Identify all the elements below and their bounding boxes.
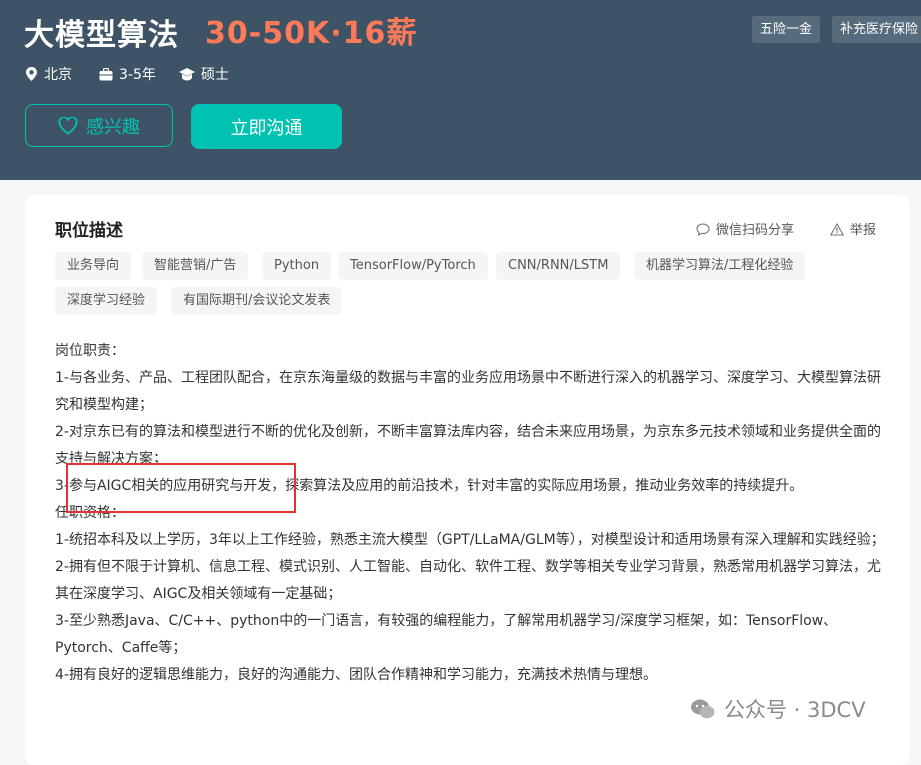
report-label: 举报 [850, 223, 877, 238]
wechat-share-link[interactable]: 微信扫码分享 [696, 219, 794, 238]
interest-button[interactable]: 感兴趣 [25, 104, 173, 147]
salary: 30-50K·16薪 [205, 16, 418, 51]
watermark: 公众号 · 3DCV [690, 694, 866, 724]
warning-icon [829, 222, 845, 236]
share-label: 微信扫码分享 [716, 223, 795, 238]
skill-tag: 业务导向 [55, 252, 132, 280]
skill-tag: 机器学习算法/工程化经验 [634, 252, 806, 280]
wechat-icon [691, 699, 715, 719]
heart-icon [58, 116, 78, 135]
chat-bubble-icon [696, 223, 710, 237]
location-text: 北京 [44, 67, 72, 83]
benefit-tag: 五险一金 [752, 16, 821, 43]
experience: 3-5年 [99, 64, 156, 84]
skill-tag: TensorFlow/PyTorch [338, 252, 488, 280]
chat-now-button-label: 立即沟通 [230, 117, 303, 139]
skill-tag: 深度学习经验 [55, 287, 158, 315]
job-header: 大模型算法 30-50K·16薪 五险一金 补充医疗保险 北京 3-5年 硕士 … [0, 0, 921, 180]
description-line: 岗位职责： [55, 343, 125, 359]
job-title: 大模型算法 [24, 18, 179, 53]
skill-tag: 有国际期刊/会议论文发表 [171, 287, 343, 315]
interest-button-label: 感兴趣 [86, 116, 140, 138]
graduation-cap-icon [179, 68, 195, 81]
skill-tag: 智能营销/广告 [142, 252, 249, 280]
location-icon [26, 67, 37, 81]
degree: 硕士 [179, 64, 229, 84]
chat-now-button[interactable]: 立即沟通 [191, 104, 342, 149]
description-line: 1-与各业务、产品、工程团队配合，在京东海量级的数据与丰富的业务应用场景中不断进… [55, 370, 881, 413]
description-line: 1-统招本科及以上学历，3年以上工作经验，熟悉主流大模型（GPT/LLaMA/G… [55, 532, 885, 548]
skill-tag: Python [262, 252, 332, 280]
benefit-tag: 补充医疗保险 [832, 16, 921, 43]
job-description-text: 岗位职责： 1-与各业务、产品、工程团队配合，在京东海量级的数据与丰富的业务应用… [55, 338, 885, 689]
highlight-box [66, 463, 296, 513]
briefcase-icon [99, 67, 113, 81]
description-line: 3-至少熟悉Java、C/C++、python中的一门语言，有较强的编程能力，了… [55, 613, 838, 656]
location: 北京 [25, 64, 72, 84]
degree-text: 硕士 [201, 67, 229, 83]
experience-text: 3-5年 [119, 67, 156, 83]
description-line: 4-拥有良好的逻辑思维能力，良好的沟通能力、团队合作精神和学习能力，充满技术热情… [55, 667, 657, 683]
section-title: 职位描述 [55, 221, 123, 241]
description-line: 2-拥有但不限于计算机、信息工程、模式识别、人工智能、自动化、软件工程、数学等相… [55, 559, 881, 602]
watermark-text: 公众号 · 3DCV [724, 698, 866, 722]
report-link[interactable]: 举报 [829, 219, 877, 238]
skill-tag: CNN/RNN/LSTM [496, 252, 621, 280]
